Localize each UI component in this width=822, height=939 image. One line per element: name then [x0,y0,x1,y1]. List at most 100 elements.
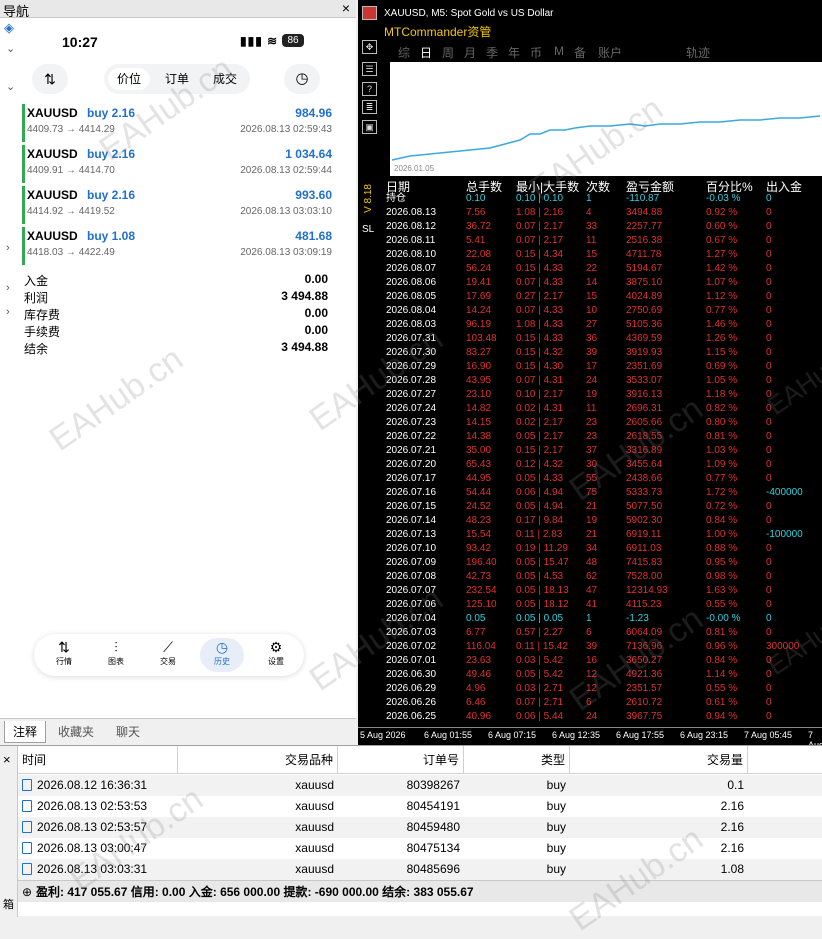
period-tab[interactable]: 币 [530,44,542,61]
stat-cell: 0 [766,473,772,484]
sort-icon[interactable]: ⇅ [32,64,68,94]
clock-icon[interactable]: ◷ [284,64,320,94]
stat-cell: 0.15 | 4.33 [516,263,564,274]
chart-window[interactable]: ✥ ☰ ? ≣ ▣ XAUUSD, M5: Spot Gold vs US Do… [358,0,822,760]
flag-icon[interactable] [362,6,377,20]
period-tab[interactable]: 综 [398,44,410,61]
stat-cell: 2026.06.29 [386,683,437,694]
summary-row: 结余 3 494.88 [24,340,328,357]
period-tab[interactable]: 轨迹 [686,44,710,61]
period-tab[interactable]: M [554,44,564,58]
stat-cell: 0.57 | 2.27 [516,627,564,638]
table-row[interactable]: 2026.08.13 03:03:31 xauusd 80485696 buy 1.08 [18,859,822,880]
stat-cell: 4921.36 [626,669,663,680]
period-tab-day[interactable]: 日 [420,44,432,61]
segment-deals[interactable]: 成交 [204,68,246,90]
col-volume[interactable]: 交易量 [570,746,748,774]
period-tab[interactable]: 账户 [598,44,622,61]
history-icon: ◷ [215,639,229,655]
deal-item[interactable]: XAUUSD buy 1.08 481.68 4418.03 → 4422.49 202… [22,227,332,265]
deal-side: buy 2.16 [87,147,136,161]
cell-text: xauusd [295,778,334,792]
table-cell: buy [464,775,570,796]
stat-cell: 6911.03 [626,543,662,554]
table-cell: 80398267 [338,775,464,796]
stat-cell: 0.05 [466,613,486,624]
tab-quotes[interactable]: ⇅ 行情 [42,638,86,672]
stat-cell: 0 [766,445,772,456]
period-tab[interactable]: 周 [442,44,454,61]
stat-cell: 0 [766,669,772,680]
window-icon[interactable]: ▣ [362,120,377,134]
move-icon[interactable]: ✥ [362,40,377,54]
stat-cell: 6 [586,697,592,708]
deal-symbol: XAUUSD [27,147,78,161]
col-time[interactable]: 时间 [18,746,178,774]
segment-orders[interactable]: 订单 [156,68,198,90]
stat-cell: 300000 [766,641,800,652]
tab-chat[interactable]: 聊天 [108,721,148,743]
col-order[interactable]: 订单号 [338,746,464,774]
tab-history[interactable]: ◷ 历史 [200,638,244,672]
stat-cell: 0.84 % [706,655,738,666]
period-tab[interactable]: 月 [464,44,476,61]
deal-item[interactable]: XAUUSD buy 2.16 993.60 4414.92 → 4419.52 202… [22,186,332,224]
chevron-right-icon[interactable]: › [6,306,10,318]
period-tab[interactable]: 季 [486,44,498,61]
table-row[interactable]: 2026.08.13 02:53:53 xauusd 80454191 buy 2.16 [18,796,822,817]
stat-row: 2026.06.29 4.96 0.03 | 2.71 12 2351.57 0.55 %… [358,682,822,696]
chevron-right-icon[interactable]: › [6,242,10,254]
stat-cell: 0.15 | 4.30 [516,361,564,372]
stat-cell: 3494.88 [626,207,663,218]
stat-cell: 0 [766,319,772,330]
stat-row: 2026.07.07 232.54 0.05 | 18.13 47 12314.93 1.… [358,584,822,598]
segment-positions[interactable]: 价位 [108,68,150,90]
list-icon[interactable]: ≣ [362,100,377,114]
period-tab[interactable]: 备 [574,44,586,61]
stat-cell: 0 [766,557,772,568]
table-cell: 0.1 [570,775,748,796]
stat-cell: 11 [586,403,597,414]
stat-cell: 0 [766,613,772,624]
tab-chart[interactable]: ⫶ 图表 [94,638,138,672]
table-row[interactable]: 2026.08.12 16:36:31 xauusd 80398267 buy 0.1 [18,775,822,796]
close-icon[interactable]: × [3,752,11,767]
chevron-down-icon[interactable]: ⌄ [6,42,15,55]
stat-cell: 0.11 | 2.83 [516,529,563,540]
stat-cell: 0 [766,291,772,302]
table-cell: 2.16 [570,817,748,838]
stat-row: 2026.07.31 103.48 0.15 | 4.33 36 4369.59 1.26… [358,332,822,346]
stat-cell: 0.10 | 0.10 [516,193,564,204]
deal-item[interactable]: XAUUSD buy 2.16 984.96 4409.73 → 4414.29 202… [22,104,332,142]
tab-notes[interactable]: 注释 [4,721,47,743]
table-cell: buy [464,817,570,838]
stat-cell: 27 [586,319,598,330]
tab-trade[interactable]: ⟋ 交易 [146,638,190,672]
stat-cell: 39 [586,641,598,652]
tab-favorites[interactable]: 收藏夹 [50,721,102,743]
stat-cell: -0.00 % [706,613,741,624]
deal-side: buy 2.16 [87,188,136,202]
stat-row: 2026.08.05 17.69 0.27 | 2.17 15 4024.89 1.12 … [358,290,822,304]
stat-cell: 65.43 [466,459,492,470]
deal-item[interactable]: XAUUSD buy 2.16 1 034.64 4409.91 → 4414.70 2… [22,145,332,183]
stat-cell: 36.72 [466,221,492,232]
stat-cell: 0.92 % [706,207,738,218]
col-symbol[interactable]: 交易品种 [178,746,338,774]
stat-cell: 7.56 [466,207,486,218]
expand-icon[interactable]: ⊕ [18,881,36,903]
stat-row: 2026.07.23 14.15 0.02 | 2.17 23 2605.66 0.80 … [358,416,822,430]
help-icon[interactable]: ? [362,82,377,96]
stat-cell: 2026.07.15 [386,501,437,512]
tab-settings[interactable]: ⚙ 设置 [254,638,298,672]
menu-icon[interactable]: ☰ [362,62,377,76]
stat-cell: 0.11 | 15.42 [516,641,568,652]
table-row[interactable]: 2026.08.13 02:53:57 xauusd 80459480 buy 2.16 [18,817,822,838]
stat-row: 2026.07.16 54.44 0.06 | 4.94 75 5333.73 1.72 … [358,486,822,500]
chevron-down-icon[interactable]: ⌄ [6,80,15,93]
chevron-right-icon[interactable]: › [6,282,10,294]
close-icon[interactable]: × [338,0,354,16]
period-tab[interactable]: 年 [508,44,520,61]
table-row[interactable]: 2026.08.13 03:00:47 xauusd 80475134 buy 2.16 [18,838,822,859]
col-type[interactable]: 类型 [464,746,570,774]
